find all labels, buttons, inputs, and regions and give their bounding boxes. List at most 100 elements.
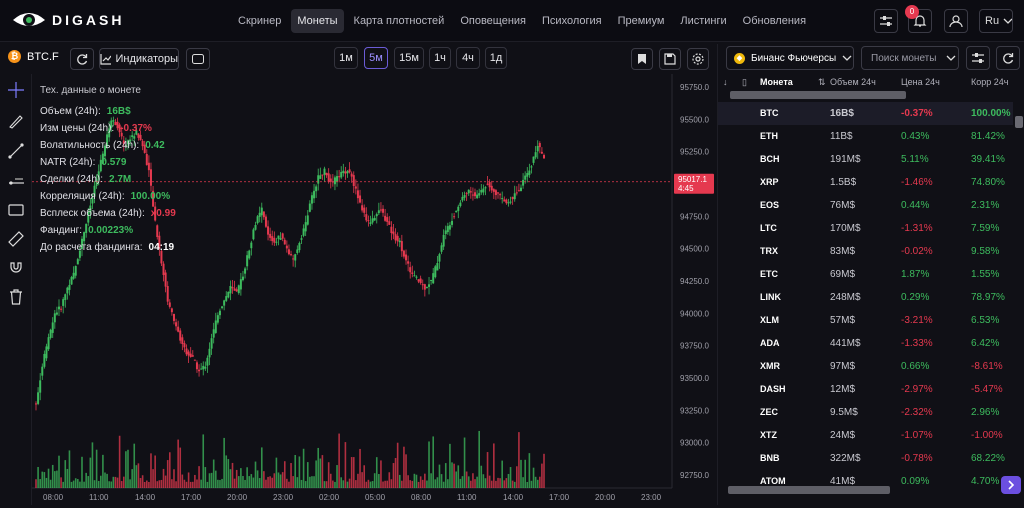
volume-bar: [436, 477, 439, 488]
nav-item[interactable]: Листинги: [674, 9, 732, 33]
market-row[interactable]: XMR 97M$ 0.66% -8.61%: [718, 355, 1013, 378]
language-select[interactable]: Ru: [979, 9, 1013, 33]
candle-body: [543, 155, 545, 159]
nav-item[interactable]: Психология: [536, 9, 608, 33]
save-button[interactable]: [659, 48, 681, 70]
filter-settings-button[interactable]: [874, 9, 898, 33]
x-tick-label: 08:00: [411, 493, 432, 502]
volume-bar: [120, 481, 123, 488]
volume-bar: [41, 471, 44, 488]
col-coin[interactable]: Монета: [760, 77, 793, 87]
market-row[interactable]: TRX 83M$ -0.02% 9.58%: [718, 240, 1013, 263]
volume-cell: 9.5M$: [830, 407, 858, 418]
candle-body: [413, 275, 416, 277]
volume-bar: [292, 476, 294, 488]
market-row[interactable]: XLM 57M$ -3.21% 6.53%: [718, 309, 1013, 332]
bookmark-column-icon[interactable]: ▯: [742, 77, 747, 88]
info-label: Корреляция (24h):: [40, 191, 125, 202]
indicators-label: Индикаторы: [115, 53, 178, 65]
x-tick-label: 11:00: [457, 493, 477, 502]
volume-bar: [541, 463, 543, 488]
delete-drawings-tool[interactable]: [7, 288, 25, 306]
nav-item[interactable]: Монеты: [291, 9, 344, 33]
market-row[interactable]: DASH 12M$ -2.97% -5.47%: [718, 378, 1013, 401]
volume-bar: [463, 437, 466, 488]
market-row[interactable]: LINK 248M$ 0.29% 78.97%: [718, 286, 1013, 309]
top-scrollbar[interactable]: [730, 91, 906, 99]
info-row: NATR (24h): 0.579: [40, 154, 176, 171]
reload-list-button[interactable]: [996, 46, 1020, 70]
market-row[interactable]: XTZ 24M$ -1.07% -1.00%: [718, 424, 1013, 447]
bottom-scrollbar[interactable]: [728, 486, 890, 494]
timeframe-button[interactable]: 15м: [394, 47, 424, 69]
volume-bar: [488, 475, 491, 488]
candle-body: [250, 242, 253, 249]
volume-bar: [91, 442, 94, 488]
timeframe-button[interactable]: 1д: [485, 47, 507, 69]
nav-item[interactable]: Оповещения: [454, 9, 532, 33]
rectangle-tool[interactable]: [7, 201, 25, 219]
info-value: 0.00223%: [88, 225, 134, 236]
market-row[interactable]: BTC 16B$ -0.37% 100.00%: [718, 102, 1013, 125]
nav-item[interactable]: Обновления: [737, 9, 812, 33]
brush-tool[interactable]: [7, 112, 25, 130]
market-row[interactable]: BCH 191M$ 5.11% 39.41%: [718, 148, 1013, 171]
market-row[interactable]: ETC 69M$ 1.87% 1.55%: [718, 263, 1013, 286]
nav-item[interactable]: Карта плотностей: [348, 9, 451, 33]
candle-body: [187, 351, 190, 356]
refresh-button[interactable]: [70, 48, 94, 70]
sort-updown-icon[interactable]: ⇅: [818, 77, 826, 88]
volume-cell: 69M$: [830, 269, 856, 280]
column-settings-button[interactable]: [966, 46, 990, 70]
candle-body: [49, 329, 52, 338]
volume-bar: [141, 475, 144, 488]
candle-body: [405, 254, 408, 261]
bookmark-button[interactable]: [631, 48, 653, 70]
crosshair-tool[interactable]: [7, 81, 25, 99]
coin-search-input[interactable]: Поиск монеты: [861, 46, 959, 70]
exchange-select[interactable]: ◆ Бинанс Фьючерсы: [726, 46, 854, 70]
symbol-selector[interactable]: ₿ BTC.F: [8, 50, 59, 63]
ruler-tool[interactable]: [7, 230, 25, 248]
sort-arrow-icon[interactable]: ↓: [723, 77, 728, 87]
vertical-scrollbar[interactable]: [1015, 116, 1023, 128]
volume-bar: [60, 477, 62, 488]
magnet-tool[interactable]: [7, 260, 25, 278]
volume-bar: [296, 477, 299, 488]
market-row[interactable]: EOS 76M$ 0.44% 2.31%: [718, 194, 1013, 217]
expand-panel-button[interactable]: [1001, 476, 1021, 494]
volume-bar: [275, 457, 278, 488]
profile-button[interactable]: [944, 9, 968, 33]
settings-button[interactable]: [687, 48, 709, 70]
volume-bar: [137, 463, 140, 488]
info-value: x0.99: [150, 208, 176, 219]
market-row[interactable]: ZEC 9.5M$ -2.32% 2.96%: [718, 401, 1013, 424]
timeframe-button[interactable]: 1м: [334, 47, 358, 69]
trend-line-tool[interactable]: [7, 142, 25, 160]
timeframe-button[interactable]: 5м: [364, 47, 388, 69]
market-row[interactable]: XRP 1.5B$ -1.46% 74.80%: [718, 171, 1013, 194]
col-volume[interactable]: Объем 24ч: [830, 77, 876, 87]
bitcoin-icon: ₿: [8, 50, 21, 63]
market-row[interactable]: ADA 441M$ -1.33% 6.42%: [718, 332, 1013, 355]
timeframe-button[interactable]: 4ч: [456, 47, 480, 69]
nav-item[interactable]: Скринер: [232, 9, 287, 33]
market-row[interactable]: BNB 322M$ -0.78% 68.22%: [718, 447, 1013, 470]
horizontal-ray-tool[interactable]: [7, 172, 25, 190]
volume-bar: [288, 481, 290, 488]
volume-bar: [424, 473, 426, 488]
logo[interactable]: DIGASH: [12, 10, 124, 30]
indicators-button[interactable]: Индикаторы: [99, 48, 179, 70]
volume-bar: [486, 452, 489, 488]
timeframe-button[interactable]: 1ч: [429, 47, 451, 69]
market-row[interactable]: LTC 170M$ -1.31% 7.59%: [718, 217, 1013, 240]
volume-bar: [363, 465, 366, 488]
market-row[interactable]: ETH 11B$ 0.43% 81.42%: [718, 125, 1013, 148]
candle-body: [170, 308, 173, 313]
col-price[interactable]: Цена 24ч: [901, 77, 940, 87]
candle-body: [43, 353, 46, 367]
layout-toggle-button[interactable]: [186, 48, 210, 70]
candle-body: [212, 329, 215, 338]
col-correlation[interactable]: Корр 24ч: [971, 77, 1008, 87]
nav-item[interactable]: Премиум: [612, 9, 671, 33]
